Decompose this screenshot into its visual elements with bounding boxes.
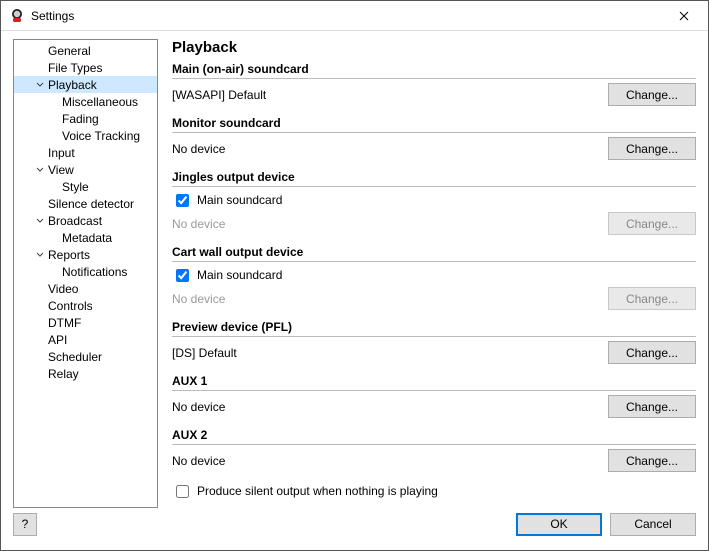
tree-item-label: Controls (46, 299, 93, 313)
section-aux2: AUX 2 No device Change... (172, 428, 696, 472)
settings-panel: Playback Main (on-air) soundcard [WASAPI… (158, 39, 696, 508)
tree-item-label: General (46, 44, 91, 58)
section-monitor-soundcard: Monitor soundcard No device Change... (172, 116, 696, 160)
change-button: Change... (608, 287, 696, 310)
chevron-down-icon (34, 217, 46, 225)
tree-item-label: Fading (60, 112, 99, 126)
nav-tree[interactable]: General File Types Playback Miscellaneous Fa… (13, 39, 158, 508)
silent-output-label: Produce silent output when nothing is pl… (197, 484, 438, 498)
device-value: No device (172, 400, 600, 414)
tree-item-style[interactable]: Style (14, 178, 157, 195)
titlebar: Settings (1, 1, 708, 31)
silent-output-row: Produce silent output when nothing is pl… (172, 482, 696, 500)
tree-item-general[interactable]: General (14, 42, 157, 59)
device-value: No device (172, 454, 600, 468)
tree-item-relay[interactable]: Relay (14, 365, 157, 382)
section-title: Monitor soundcard (172, 116, 696, 133)
tree-item-reports[interactable]: Reports (14, 246, 157, 263)
section-title: Main (on-air) soundcard (172, 62, 696, 79)
tree-item-label: Notifications (60, 265, 127, 279)
tree-item-controls[interactable]: Controls (14, 297, 157, 314)
tree-item-label: Style (60, 180, 89, 194)
dialog-footer: ? OK Cancel (1, 512, 708, 544)
tree-item-api[interactable]: API (14, 331, 157, 348)
device-value: [WASAPI] Default (172, 88, 600, 102)
section-preview-device: Preview device (PFL) [DS] Default Change… (172, 320, 696, 364)
tree-item-label: Relay (46, 367, 79, 381)
section-cartwall-output: Cart wall output device Main soundcard N… (172, 245, 696, 310)
tree-item-file-types[interactable]: File Types (14, 59, 157, 76)
chevron-down-icon (34, 251, 46, 259)
app-icon (9, 8, 25, 24)
device-value: No device (172, 292, 600, 306)
tree-item-label: Broadcast (46, 214, 102, 228)
page-title: Playback (172, 39, 696, 56)
checkbox-label: Main soundcard (197, 268, 282, 282)
tree-item-label: DTMF (46, 316, 81, 330)
tree-item-dtmf[interactable]: DTMF (14, 314, 157, 331)
close-button[interactable] (661, 2, 706, 30)
tree-item-label: Voice Tracking (60, 129, 140, 143)
device-value: No device (172, 142, 600, 156)
section-main-soundcard: Main (on-air) soundcard [WASAPI] Default… (172, 62, 696, 106)
device-value: No device (172, 217, 600, 231)
tree-item-broadcast[interactable]: Broadcast (14, 212, 157, 229)
device-value: [DS] Default (172, 346, 600, 360)
close-icon (679, 8, 689, 24)
main-soundcard-checkbox[interactable] (176, 194, 189, 207)
change-button[interactable]: Change... (608, 137, 696, 160)
tree-item-label: Input (46, 146, 75, 160)
tree-item-label: View (46, 163, 74, 177)
change-button: Change... (608, 212, 696, 235)
tree-item-scheduler[interactable]: Scheduler (14, 348, 157, 365)
section-title: AUX 2 (172, 428, 696, 445)
tree-item-label: Miscellaneous (60, 95, 138, 109)
tree-item-label: Scheduler (46, 350, 102, 364)
tree-item-voice-tracking[interactable]: Voice Tracking (14, 127, 157, 144)
section-title: Cart wall output device (172, 245, 696, 262)
section-title: Preview device (PFL) (172, 320, 696, 337)
cancel-button[interactable]: Cancel (610, 513, 696, 536)
change-button[interactable]: Change... (608, 83, 696, 106)
tree-item-notifications[interactable]: Notifications (14, 263, 157, 280)
tree-item-label: API (46, 333, 67, 347)
tree-item-fading[interactable]: Fading (14, 110, 157, 127)
window-title: Settings (31, 9, 74, 23)
main-soundcard-checkbox[interactable] (176, 269, 189, 282)
tree-item-miscellaneous[interactable]: Miscellaneous (14, 93, 157, 110)
help-button[interactable]: ? (13, 513, 37, 536)
change-button[interactable]: Change... (608, 395, 696, 418)
tree-item-label: Silence detector (46, 197, 134, 211)
chevron-down-icon (34, 81, 46, 89)
change-button[interactable]: Change... (608, 449, 696, 472)
tree-item-label: Playback (46, 78, 97, 92)
section-title: Jingles output device (172, 170, 696, 187)
tree-item-label: Metadata (60, 231, 112, 245)
tree-item-view[interactable]: View (14, 161, 157, 178)
tree-item-label: Video (46, 282, 78, 296)
checkbox-label: Main soundcard (197, 193, 282, 207)
tree-item-playback[interactable]: Playback (14, 76, 157, 93)
tree-item-label: Reports (46, 248, 90, 262)
silent-output-checkbox[interactable] (176, 485, 189, 498)
change-button[interactable]: Change... (608, 341, 696, 364)
section-jingles-output: Jingles output device Main soundcard No … (172, 170, 696, 235)
section-aux1: AUX 1 No device Change... (172, 374, 696, 418)
tree-item-metadata[interactable]: Metadata (14, 229, 157, 246)
ok-button[interactable]: OK (516, 513, 602, 536)
chevron-down-icon (34, 166, 46, 174)
tree-item-input[interactable]: Input (14, 144, 157, 161)
tree-item-video[interactable]: Video (14, 280, 157, 297)
tree-item-label: File Types (46, 61, 102, 75)
section-title: AUX 1 (172, 374, 696, 391)
tree-item-silence-detector[interactable]: Silence detector (14, 195, 157, 212)
